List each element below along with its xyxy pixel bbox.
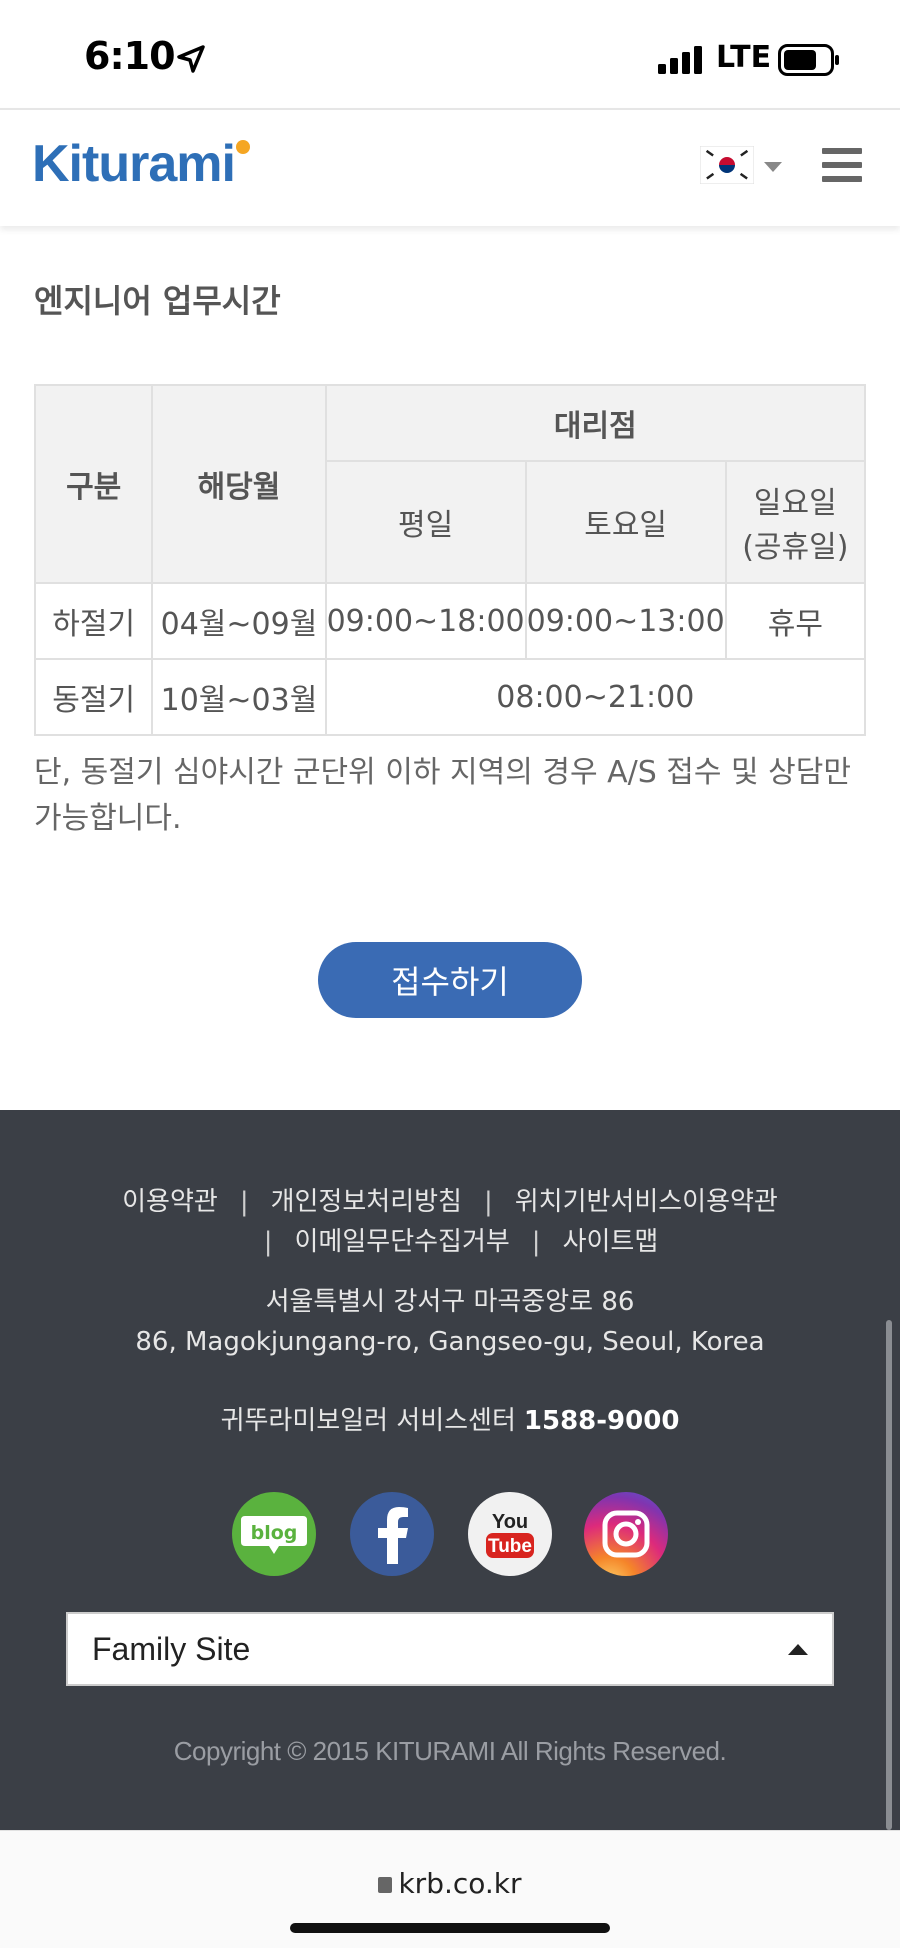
cell-all-hours: 08:00~21:00 xyxy=(324,658,867,736)
facebook-icon[interactable] xyxy=(350,1492,434,1576)
cell-sunday: 휴무 xyxy=(724,582,867,660)
separator: | xyxy=(239,1187,249,1217)
footer-link-email-refusal[interactable]: 이메일무단수집거부 xyxy=(295,1227,510,1257)
blog-icon[interactable]: blog xyxy=(232,1492,316,1576)
header-saturday: 토요일 xyxy=(524,460,727,584)
address-english: 86, Magokjungang-ro, Gangseo-gu, Seoul, … xyxy=(135,1327,765,1357)
family-site-label: Family Site xyxy=(92,1630,251,1667)
cell-months: 04월~09월 xyxy=(151,582,327,660)
signal-strength-icon xyxy=(658,46,702,74)
cell-weekday: 09:00~18:00 xyxy=(324,582,527,660)
status-bar: 6:10 LTE xyxy=(0,0,900,108)
status-time: 6:10 xyxy=(84,34,176,78)
caret-up-icon xyxy=(788,1644,808,1655)
korea-flag-icon[interactable] xyxy=(700,146,754,184)
url-display[interactable]: krb.co.kr xyxy=(0,1867,900,1900)
cell-saturday: 09:00~13:00 xyxy=(524,582,727,660)
copyright-text: Copyright © 2015 KITURAMI All Rights Res… xyxy=(173,1736,727,1766)
youtube-icon[interactable]: You Tube xyxy=(468,1492,552,1576)
engineer-hours-table: 구분 해당월 대리점 평일 토요일 일요일 (공휴일) 하절기 04월~09월 … xyxy=(33,384,867,736)
network-type: LTE xyxy=(716,40,772,75)
separator: | xyxy=(263,1227,273,1257)
footer-link-terms[interactable]: 이용약관 xyxy=(122,1187,218,1217)
header-weekday: 평일 xyxy=(324,460,527,584)
header-sunday-line1: 일요일 xyxy=(753,486,837,521)
table-row: 동절기 10월~03월 08:00~21:00 xyxy=(33,658,867,736)
table-row: 하절기 04월~09월 09:00~18:00 09:00~13:00 휴무 xyxy=(33,582,867,660)
youtube-label-top: You xyxy=(492,1511,528,1533)
site-footer: 이용약관 | 개인정보처리방침 | 위치기반서비스이용약관 | 이메일무단수집거부 | 사이트… xyxy=(0,1110,900,1830)
battery-icon xyxy=(778,44,839,76)
service-center-label: 귀뚜라미보일러 서비스센터 xyxy=(220,1406,516,1436)
hamburger-menu-icon[interactable] xyxy=(822,148,862,188)
service-center: 귀뚜라미보일러 서비스센터 1588-9000 xyxy=(0,1400,900,1437)
header-gubun: 구분 xyxy=(33,384,154,584)
footer-address: 서울특별시 강서구 마곡중앙로 86 86, Magokjungang-ro, … xyxy=(0,1282,900,1362)
separator: | xyxy=(483,1187,493,1217)
browser-address-bar[interactable]: krb.co.kr xyxy=(0,1830,900,1948)
home-indicator[interactable] xyxy=(290,1923,610,1933)
header-sunday: 일요일 (공휴일) xyxy=(724,460,867,584)
footer-link-location-terms[interactable]: 위치기반서비스이용약관 xyxy=(515,1187,778,1217)
url-text: krb.co.kr xyxy=(398,1867,522,1900)
separator: | xyxy=(531,1227,541,1257)
cell-season: 하절기 xyxy=(33,582,154,660)
service-center-number[interactable]: 1588-9000 xyxy=(524,1406,680,1436)
footer-link-privacy[interactable]: 개인정보처리방침 xyxy=(271,1187,462,1217)
header-month: 해당월 xyxy=(151,384,327,584)
header-agency: 대리점 xyxy=(324,384,867,462)
notice-text: 단, 동절기 심야시간 군단위 이하 지역의 경우 A/S 접수 및 상담만 가… xyxy=(34,755,851,836)
family-site-select[interactable]: Family Site xyxy=(66,1612,834,1686)
header-sunday-line2: (공휴일) xyxy=(742,530,849,565)
submit-button[interactable]: 접수하기 xyxy=(318,942,582,1018)
lock-icon xyxy=(378,1877,393,1893)
address-korean: 서울특별시 강서구 마곡중앙로 86 xyxy=(265,1287,635,1317)
section-title: 엔지니어 업무시간 xyxy=(34,282,281,320)
kiturami-logo[interactable]: Kiturami xyxy=(32,134,236,194)
language-dropdown-caret-icon[interactable] xyxy=(764,162,782,172)
blog-label: blog xyxy=(251,1522,298,1544)
cell-season: 동절기 xyxy=(33,658,154,736)
social-links: blog You Tube xyxy=(232,1492,672,1578)
footer-link-sitemap[interactable]: 사이트맵 xyxy=(563,1227,659,1257)
instagram-icon[interactable] xyxy=(584,1492,668,1576)
page-scrollbar[interactable] xyxy=(886,1320,892,1830)
location-arrow-icon xyxy=(177,45,205,73)
footer-links: 이용약관 | 개인정보처리방침 | 위치기반서비스이용약관 | 이메일무단수집거부 | 사이트… xyxy=(0,1182,900,1262)
site-header: Kiturami xyxy=(0,108,900,226)
logo-dot xyxy=(236,140,250,154)
youtube-label-bottom: Tube xyxy=(488,1536,532,1557)
cell-months: 10월~03월 xyxy=(151,658,327,736)
